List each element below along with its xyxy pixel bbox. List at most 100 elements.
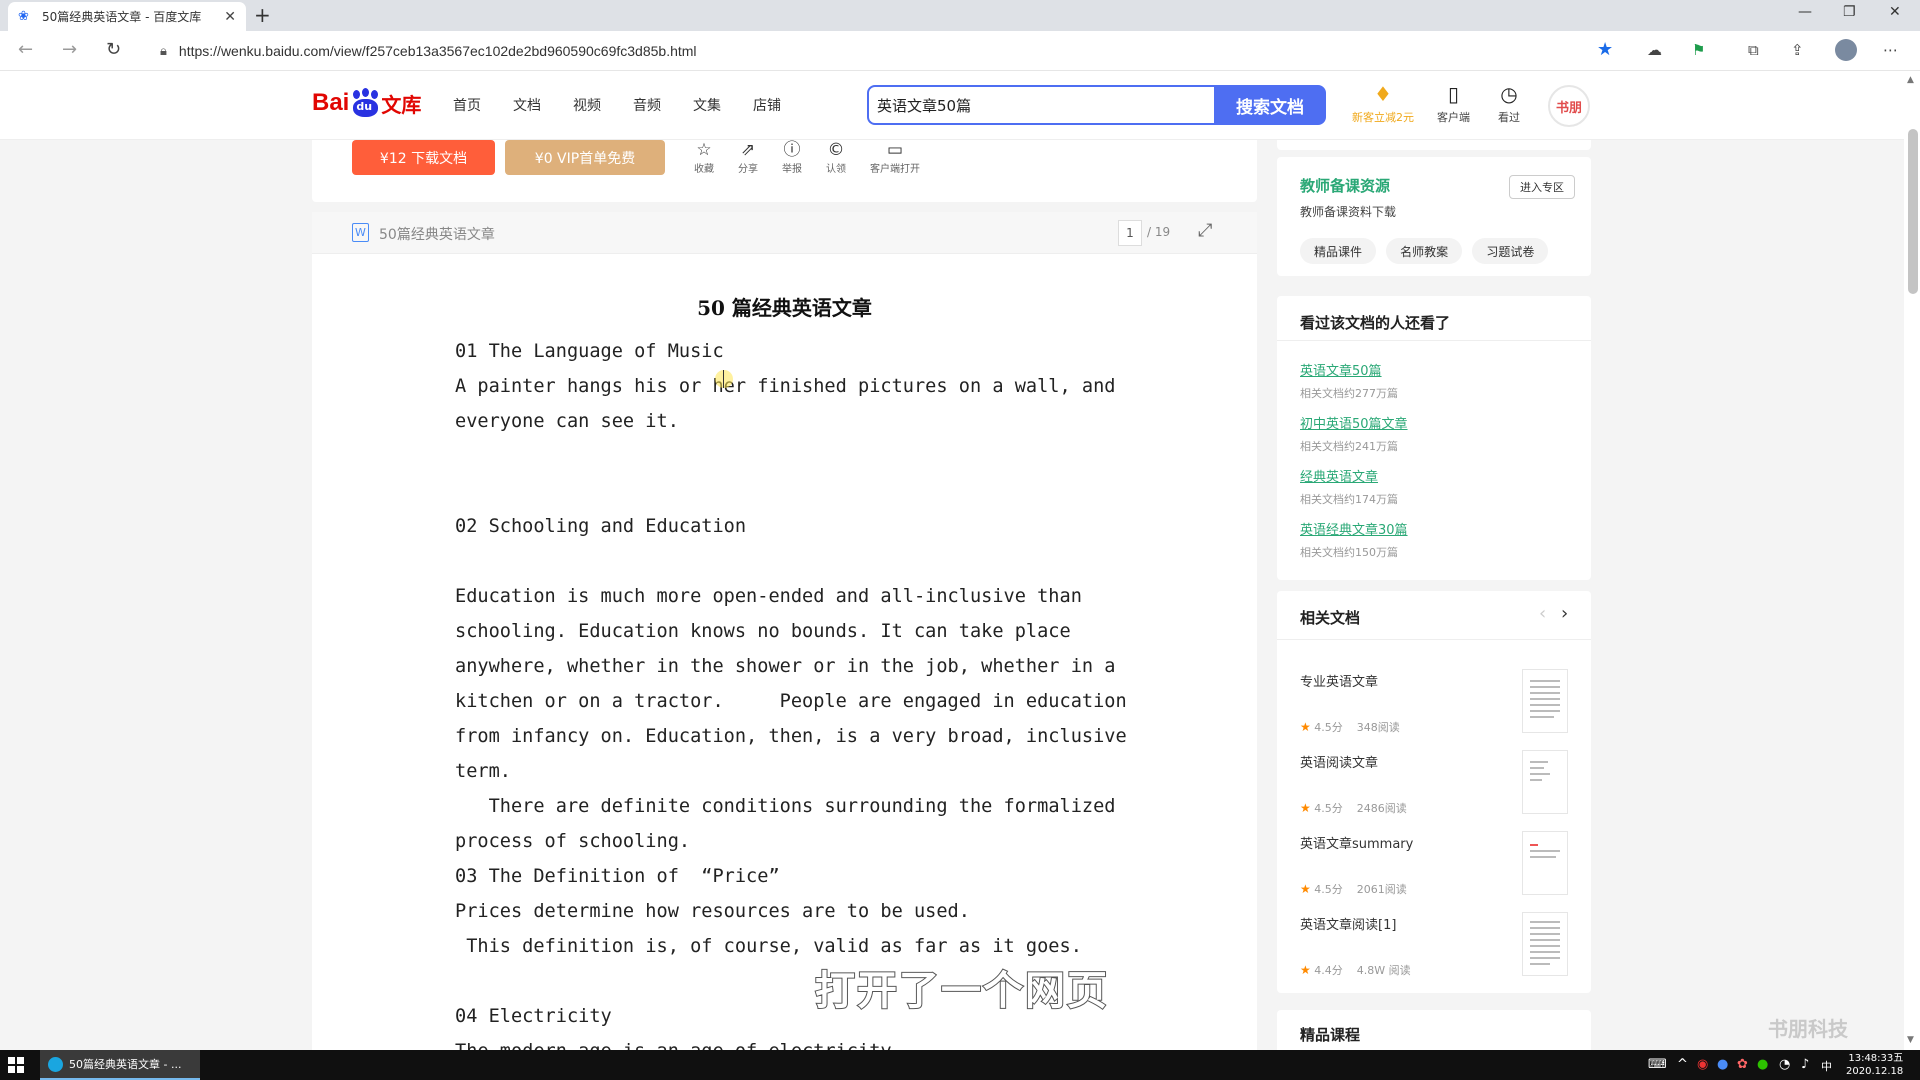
tray-chevron-up-icon[interactable]: ^	[1677, 1057, 1688, 1072]
scrollbar-thumb[interactable]	[1908, 129, 1918, 294]
nav-home[interactable]: 首页	[453, 95, 481, 115]
open-in-client-action[interactable]: ▭ 客户端打开	[870, 140, 920, 175]
tray-ime-icon[interactable]: 中	[1821, 1058, 1832, 1074]
pill-lesson-plans[interactable]: 名师教案	[1386, 238, 1463, 264]
doc-line: everyone can see it.	[455, 411, 679, 432]
back-icon[interactable]: ←	[18, 39, 33, 60]
user-avatar[interactable]: 书朋	[1548, 85, 1590, 127]
related-doc-title[interactable]: 英语阅读文章	[1300, 752, 1378, 771]
tray-record-icon[interactable]: ◉	[1697, 1057, 1708, 1072]
nav-collections[interactable]: 文集	[693, 95, 721, 115]
fullscreen-icon[interactable]: ⤢	[1198, 220, 1212, 241]
viewed-count: 相关文档约241万篇	[1300, 440, 1398, 453]
page-scrollbar[interactable]: ▲ ▼	[1904, 71, 1920, 1050]
next-arrow-icon[interactable]: ›	[1561, 603, 1568, 624]
extension-icon[interactable]: ☁	[1647, 41, 1662, 59]
share-icon[interactable]: ⇪	[1791, 41, 1804, 59]
windows-start-icon[interactable]	[8, 1057, 24, 1073]
taskbar-browser-item[interactable]: 50篇经典英语文章 - ...	[40, 1050, 200, 1080]
claim-action[interactable]: © 认领	[826, 140, 846, 175]
tray-weibo-icon[interactable]: ✿	[1737, 1057, 1748, 1072]
teacher-title[interactable]: 教师备课资源	[1300, 175, 1390, 196]
related-doc-title[interactable]: 英语文章阅读[1]	[1300, 914, 1396, 933]
nav-video[interactable]: 视频	[573, 95, 601, 115]
minimize-icon[interactable]: —	[1798, 4, 1812, 20]
doc-line: schooling. Education knows no bounds. It…	[455, 621, 1071, 642]
tray-volume-icon[interactable]: ♪	[1801, 1057, 1809, 1072]
related-doc-title[interactable]: 英语文章summary	[1300, 833, 1413, 852]
share-action[interactable]: ⇗ 分享	[738, 140, 758, 175]
close-tab-icon[interactable]: ✕	[224, 9, 236, 25]
page-total: / 19	[1147, 225, 1171, 239]
list-item: 英语经典文章30篇 相关文档约150万篇	[1300, 519, 1408, 560]
client-label: 客户端	[1437, 111, 1470, 124]
history-link[interactable]: ◷ 看过	[1498, 83, 1520, 125]
open-in-client-label: 客户端打开	[870, 164, 920, 175]
url-text[interactable]: https://wenku.baidu.com/view/f257ceb13a3…	[179, 43, 697, 59]
claim-label: 认领	[826, 164, 846, 175]
tray-wechat-icon[interactable]: ●	[1757, 1057, 1768, 1072]
reload-icon[interactable]: ↻	[106, 39, 121, 60]
star-icon: ★	[1300, 882, 1311, 896]
vip-free-button[interactable]: ¥0 VIP首单免费	[505, 140, 665, 175]
clock-weekday: 五	[1893, 1053, 1904, 1064]
enter-zone-button[interactable]: 进入专区	[1509, 175, 1575, 199]
prev-arrow-icon[interactable]: ‹	[1539, 603, 1546, 624]
alert-circle-icon: ⓘ	[783, 140, 801, 160]
vip-discount-link[interactable]: ♦ 新客立减2元	[1352, 83, 1414, 125]
new-tab-icon[interactable]: +	[254, 4, 271, 26]
scroll-down-icon[interactable]: ▼	[1907, 1035, 1914, 1045]
close-window-icon[interactable]: ✕	[1889, 4, 1901, 20]
related-doc-thumbnail[interactable]	[1522, 750, 1568, 814]
windows-taskbar: 50篇经典英语文章 - ... ⌨ ^ ◉ ● ✿ ● ◔ ♪ 中 13:48:…	[0, 1050, 1920, 1080]
baidu-wenku-logo[interactable]: Bai du 文库	[312, 83, 421, 123]
system-clock[interactable]: 13:48:33五 2020.12.18	[1846, 1052, 1903, 1078]
tray-network-icon[interactable]: ◔	[1779, 1057, 1790, 1072]
download-button[interactable]: ¥12 下载文档	[352, 140, 495, 175]
related-doc-thumbnail[interactable]	[1522, 669, 1568, 733]
forward-icon[interactable]: →	[62, 39, 77, 60]
main-nav: 首页 文档 视频 音频 文集 店铺	[453, 95, 781, 115]
doc-score: 4.5分	[1314, 883, 1343, 896]
flag-extension-icon[interactable]: ⚑	[1692, 41, 1705, 59]
nav-docs[interactable]: 文档	[513, 95, 541, 115]
related-doc-thumbnail[interactable]	[1522, 831, 1568, 895]
search-button[interactable]: 搜索文档	[1214, 85, 1326, 125]
video-subtitle: 打开了一个网页	[814, 967, 1109, 1015]
baidu-paw-icon: ❀	[18, 8, 29, 24]
favorite-action[interactable]: ☆ 收藏	[694, 140, 714, 175]
doc-action-bar: ¥12 下载文档 ¥0 VIP首单免费 ☆ 收藏 ⇗ 分享 ⓘ 举报 © 认领 …	[312, 140, 1257, 202]
doc-line: from infancy on. Education, then, is a v…	[455, 726, 1127, 747]
viewed-link[interactable]: 英语文章50篇	[1300, 360, 1398, 379]
viewed-link[interactable]: 初中英语50篇文章	[1300, 413, 1408, 432]
doc-title-bar: W 50篇经典英语文章 1 / 19 ⤢	[312, 212, 1257, 254]
favorite-star-icon[interactable]: ★	[1597, 39, 1613, 60]
more-menu-icon[interactable]: ⋯	[1883, 41, 1898, 59]
browser-tab[interactable]: ❀ 50篇经典英语文章 - 百度文库 ✕	[8, 2, 246, 31]
viewed-link[interactable]: 经典英语文章	[1300, 466, 1398, 485]
restore-icon[interactable]: ❐	[1843, 4, 1856, 20]
profile-avatar-icon[interactable]	[1835, 39, 1857, 61]
collections-icon[interactable]: ⧉	[1748, 41, 1759, 59]
url-field[interactable]: 🔒︎ https://wenku.baidu.com/view/f257ceb1…	[140, 36, 1600, 66]
tray-app-icon[interactable]: ●	[1717, 1057, 1728, 1072]
related-docs-title: 相关文档	[1300, 609, 1361, 627]
viewed-link[interactable]: 英语经典文章30篇	[1300, 519, 1408, 538]
doc-line: A painter hangs his or her finished pict…	[455, 376, 1116, 397]
doc-reads: 2061阅读	[1356, 883, 1407, 896]
star-icon: ★	[1300, 720, 1311, 734]
related-doc-title[interactable]: 专业英语文章	[1300, 671, 1378, 690]
page-number-input[interactable]: 1	[1118, 220, 1142, 246]
pill-exercises[interactable]: 习题试卷	[1472, 238, 1549, 264]
search-input[interactable]	[869, 87, 1215, 123]
doc-line: Prices determine how resources are to be…	[455, 901, 970, 922]
nav-shops[interactable]: 店铺	[753, 95, 781, 115]
report-action[interactable]: ⓘ 举报	[782, 140, 802, 175]
client-link[interactable]: ▯ 客户端	[1437, 83, 1470, 125]
related-doc-thumbnail[interactable]	[1522, 912, 1568, 976]
pill-courseware[interactable]: 精品课件	[1300, 238, 1377, 264]
doc-name: 50篇经典英语文章	[379, 227, 495, 243]
tray-keyboard-icon[interactable]: ⌨	[1648, 1057, 1667, 1072]
scroll-up-icon[interactable]: ▲	[1907, 75, 1914, 85]
nav-audio[interactable]: 音频	[633, 95, 661, 115]
